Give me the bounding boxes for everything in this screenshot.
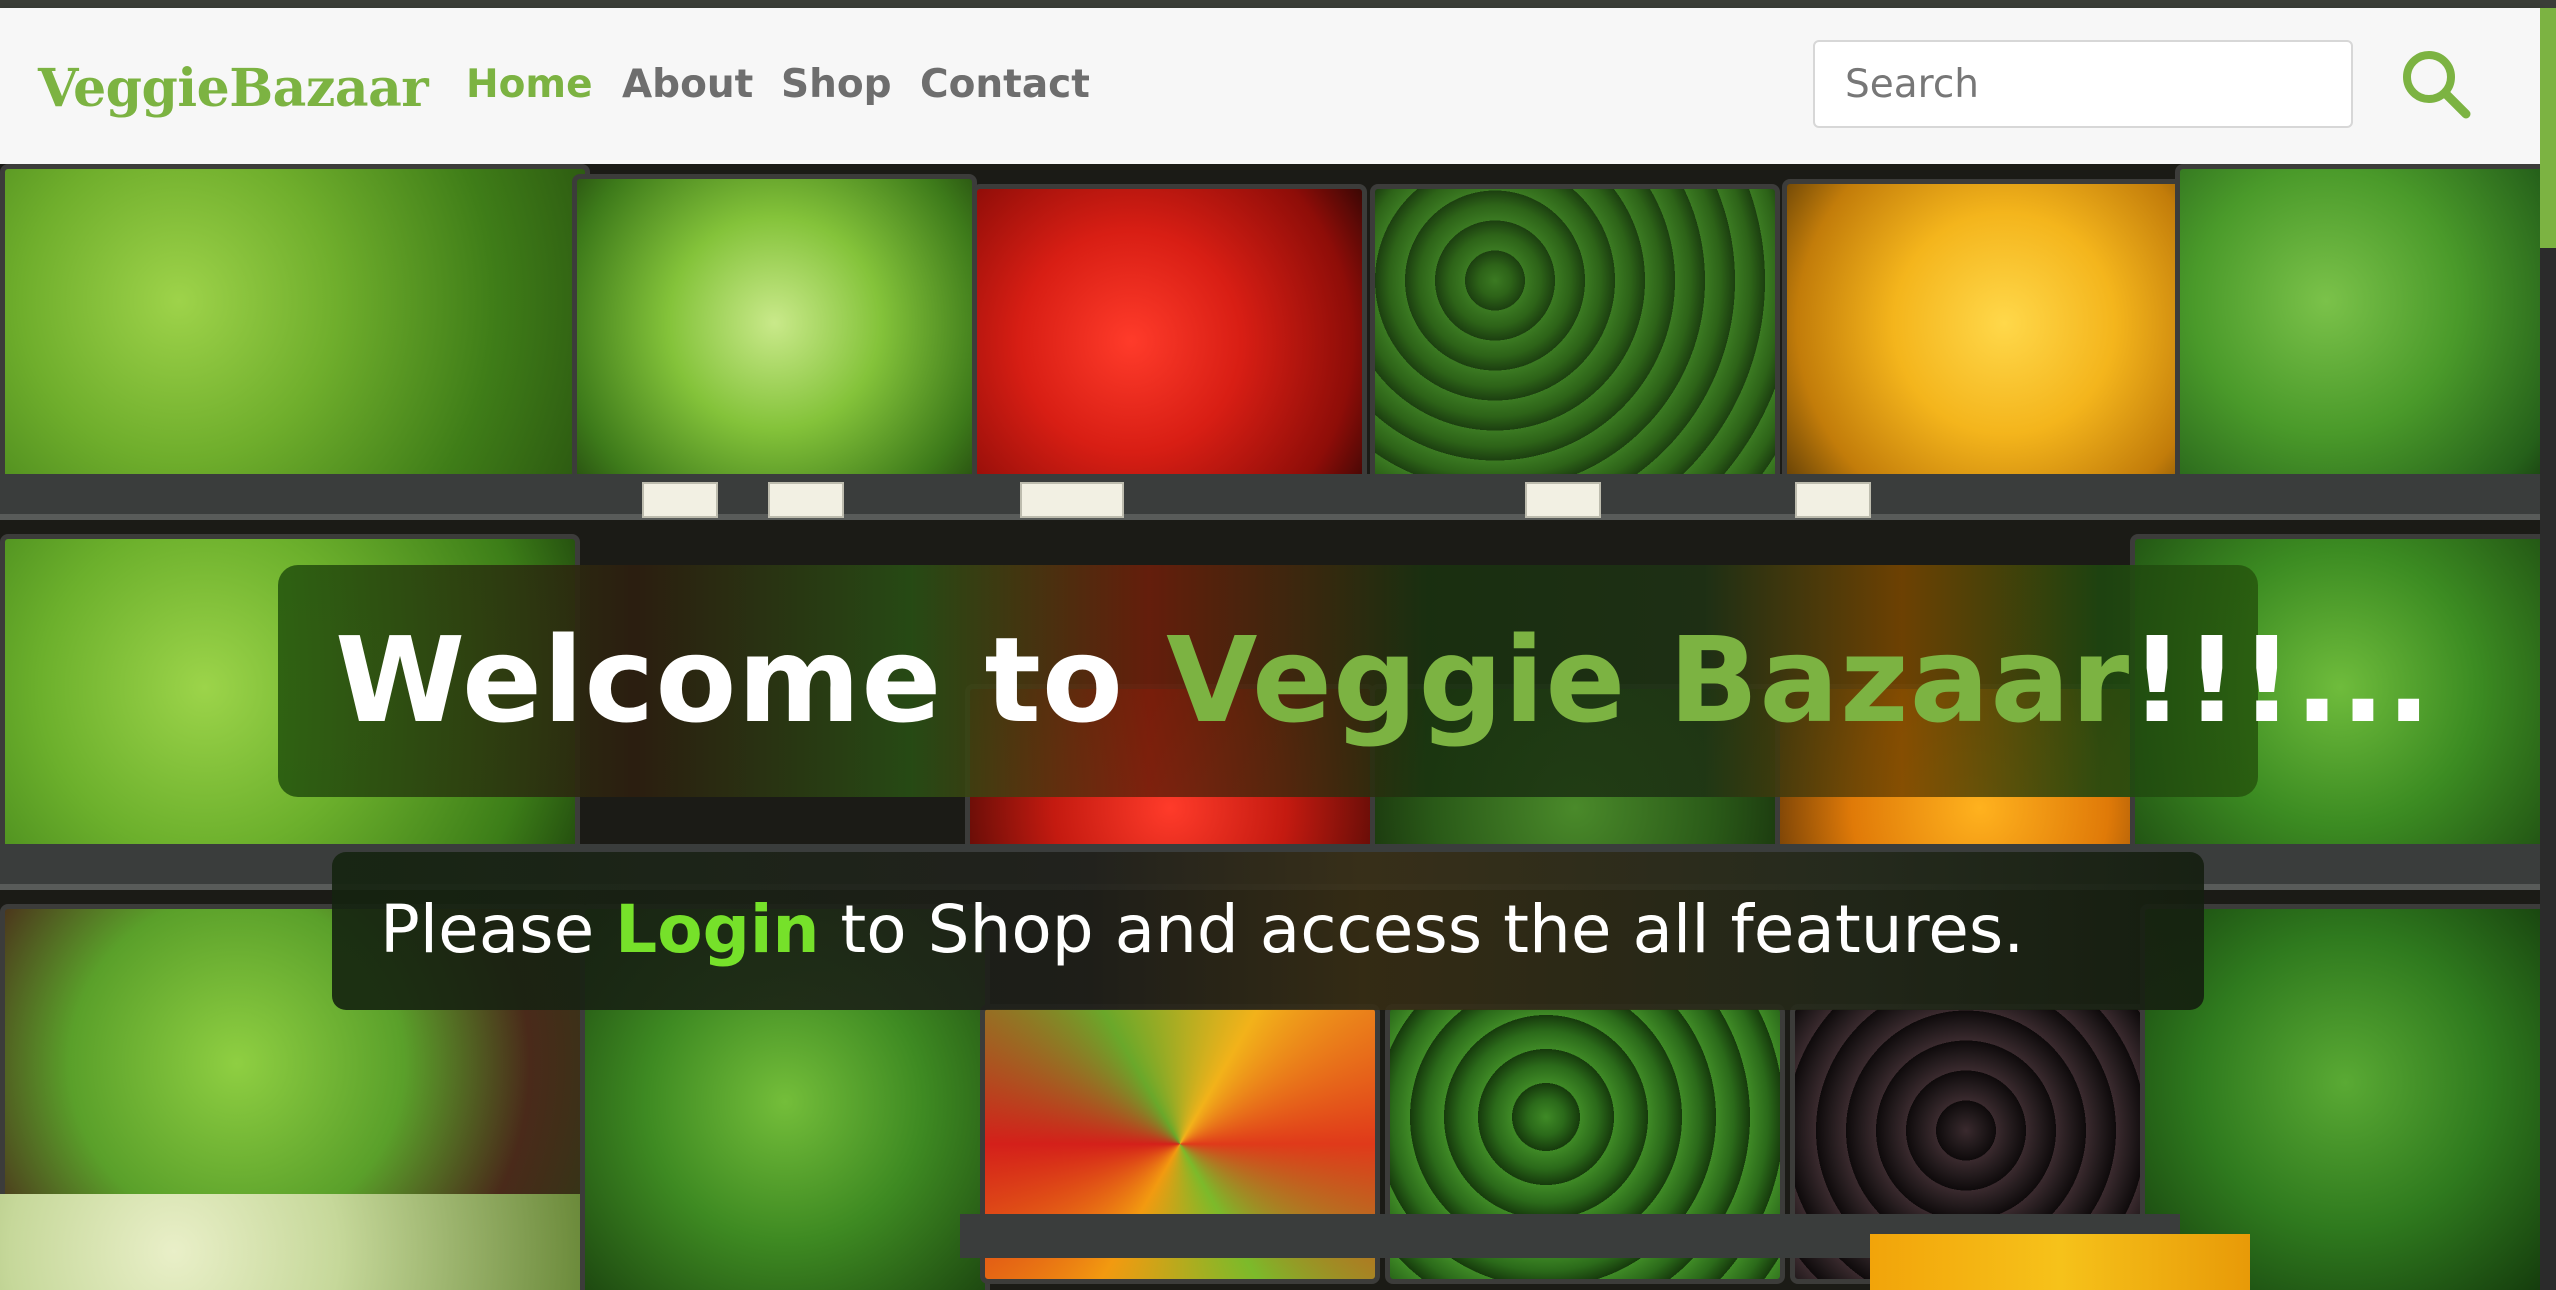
login-link[interactable]: Login — [615, 891, 819, 968]
yellow-squash-bin — [1782, 179, 2187, 499]
price-tag — [1795, 482, 1871, 518]
brand-logo[interactable]: VeggieBazaar — [38, 58, 429, 119]
price-tag — [642, 482, 718, 518]
search-icon — [2403, 51, 2471, 119]
greens-bin — [2175, 164, 2540, 504]
welcome-heading: Welcome to Veggie Bazaar!!!... — [335, 600, 2432, 760]
lettuce-bin — [0, 164, 590, 504]
login-prompt-prefix: Please — [380, 891, 616, 968]
cabbage-heads — [0, 1194, 580, 1290]
cabbage-bin — [572, 174, 977, 504]
nav-link-about[interactable]: About — [622, 62, 753, 107]
nav-link-contact[interactable]: Contact — [920, 62, 1090, 107]
navbar: VeggieBazaar Home About Shop Contact — [0, 8, 2540, 164]
search-input[interactable] — [1813, 40, 2353, 128]
shelf-top — [0, 474, 2540, 518]
price-tag — [768, 482, 844, 518]
login-prompt-suffix: to Shop and access the all features. — [819, 891, 2025, 968]
window-top-strip — [0, 0, 2556, 8]
nav-link-home[interactable]: Home — [466, 62, 593, 107]
shelf-top-lip — [0, 514, 2540, 520]
squash-pile — [1870, 1234, 2250, 1290]
scrollbar-accent — [2540, 8, 2556, 248]
welcome-suffix: !!!... — [2130, 611, 2433, 749]
search-button[interactable] — [2398, 46, 2474, 122]
nav-link-shop[interactable]: Shop — [781, 62, 892, 107]
welcome-prefix: Welcome to — [335, 611, 1167, 749]
price-tag — [1525, 482, 1601, 518]
cucumber-bin — [1370, 184, 1780, 499]
login-prompt: Please Login to Shop and access the all … — [380, 880, 2024, 980]
price-tag — [1020, 482, 1124, 518]
red-pepper-bin — [972, 184, 1367, 499]
welcome-brand-highlight: Veggie Bazaar — [1166, 611, 2131, 749]
